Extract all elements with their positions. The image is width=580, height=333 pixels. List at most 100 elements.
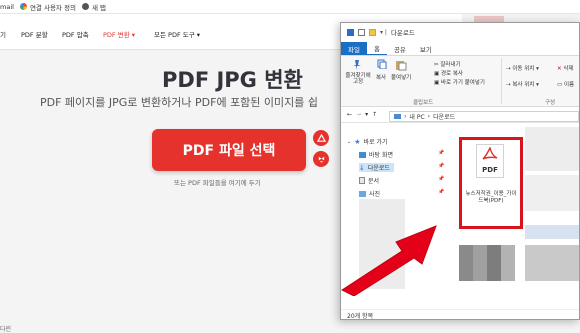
pdf-file-item[interactable]: PDF 뉴스저작권_이용_가이드북(PDF)	[459, 137, 523, 229]
dropbox-button[interactable]	[313, 151, 329, 167]
document-icon	[359, 177, 365, 184]
up-icon[interactable]: ↑	[372, 111, 377, 118]
nav-item-split[interactable]: PDF 분할	[21, 29, 48, 39]
explorer-status-bar: 20개 항목	[341, 309, 579, 320]
nav-item-all-tools[interactable]: 모든 PDF 도구 ▾	[154, 29, 200, 39]
nav-desktop[interactable]: 바탕 화면	[359, 150, 393, 159]
google-drive-icon	[316, 133, 326, 142]
nav-item-convert[interactable]: PDF 변환 ▾	[103, 29, 135, 39]
delete-button[interactable]: ✕ 삭제	[557, 64, 573, 72]
file-thumbnail[interactable]	[525, 175, 579, 211]
bookmarks-bar: mail 연결 사용자 정의 새 탭	[0, 0, 580, 14]
nav-label: 바탕 화면	[369, 152, 393, 159]
checkbox-icon[interactable]	[358, 28, 365, 36]
file-thumbnail[interactable]	[459, 245, 515, 281]
star-icon: ★	[354, 137, 361, 146]
path-separator: ›	[404, 113, 407, 120]
tab-share[interactable]: 공유	[387, 42, 413, 55]
nav-downloads[interactable]: ↓ 다운로드	[359, 163, 394, 172]
nav-documents[interactable]: 문서	[359, 176, 379, 185]
thumb-part	[459, 245, 473, 281]
explorer-tabs: 파일 홈 공유 보기	[341, 41, 579, 55]
folder-icon	[369, 28, 376, 36]
copy-path-button[interactable]: ▣ 경로 복사	[434, 69, 463, 77]
pin-to-quick-access[interactable]: 즐겨찾기에 고정	[344, 73, 372, 85]
file-thumbnail[interactable]	[525, 127, 579, 171]
move-to-button[interactable]: ⇢ 이동 위치 ▾	[506, 64, 539, 72]
bookmark-label: mail	[0, 2, 14, 11]
drop-hint: 또는 PDF 파일들을 여기에 두기	[174, 179, 261, 187]
copy-to-label: 복사 위치 ▾	[512, 82, 539, 88]
pin-icon: 📌	[438, 163, 445, 169]
pdf-icon-label: PDF	[482, 166, 498, 174]
nav-item-compress[interactable]: PDF 압축	[62, 29, 89, 39]
dropdown-icon[interactable]: ▾ |	[380, 29, 387, 36]
file-thumbnail[interactable]	[525, 245, 579, 281]
clipboard-group-label: 클립보드	[413, 100, 434, 106]
breadcrumb-this-pc[interactable]: 내 PC	[409, 112, 424, 121]
delete-label: 삭제	[563, 66, 574, 72]
pin-icon: 📌	[438, 189, 445, 195]
picture-icon	[359, 190, 366, 197]
breadcrumb-downloads[interactable]: 다운로드	[433, 112, 455, 121]
forward-icon[interactable]: →	[356, 111, 361, 118]
nav-label: 사진	[369, 191, 381, 198]
tab-file[interactable]: 파일	[341, 42, 367, 55]
copy-button[interactable]: 복사	[376, 73, 386, 81]
explorer-title-bar: ▾ | 다운로드	[341, 23, 579, 41]
page-title: PDF JPG 변환	[162, 68, 303, 92]
rename-label: 이름	[563, 82, 575, 88]
bookmark-mail[interactable]: mail	[0, 3, 14, 11]
path-separator: ›	[427, 113, 431, 120]
nav-item-merge[interactable]: 기	[0, 29, 6, 39]
download-arrow-icon	[347, 28, 354, 36]
desktop-icon	[359, 151, 366, 158]
file-thumbnail[interactable]	[525, 225, 579, 239]
thumb-part	[487, 245, 501, 281]
bookmark-label: 새 탭	[91, 3, 106, 12]
select-pdf-button[interactable]: PDF 파일 선택	[152, 129, 306, 171]
nav-pictures[interactable]: 사진	[359, 189, 380, 198]
expand-icon[interactable]: ⌄	[347, 139, 351, 145]
explorer-title: 다운로드	[390, 29, 415, 37]
rename-button[interactable]: ▭ 이름	[557, 80, 574, 88]
cut-button[interactable]: ✂ 잘라내기	[434, 60, 461, 68]
pc-icon	[394, 114, 401, 119]
google-drive-button[interactable]	[313, 130, 329, 146]
tab-view[interactable]: 보기	[413, 42, 439, 55]
pin-icon: 📌	[438, 150, 445, 156]
browser-status: 다린	[0, 326, 12, 333]
page-subtitle: PDF 페이지를 JPG로 변환하거나 PDF에 포함된 이미지를 쉽	[40, 96, 319, 109]
pdf-file-name: 뉴스저작권_이용_가이드북(PDF)	[465, 191, 517, 204]
nav-label: 문서	[368, 178, 380, 185]
pdf-file-icon: PDF	[476, 144, 504, 178]
pin-icon: 📌	[438, 176, 445, 182]
address-path[interactable]: › 내 PC › 다운로드	[389, 111, 579, 122]
copy-path-label: 경로 복사	[440, 71, 463, 77]
bookmark-customize[interactable]: 연결 사용자 정의	[19, 2, 76, 12]
delete-icon: ✕	[557, 66, 562, 72]
copy-icon	[377, 59, 387, 69]
thumb-part	[501, 245, 515, 281]
paste-button[interactable]: 붙여넣기	[391, 73, 411, 81]
nav-quick-access[interactable]: ⌄ ★ 바로 가기	[347, 137, 388, 147]
bookmark-new-tab[interactable]: 새 탭	[81, 2, 106, 12]
tab-home[interactable]: 홈	[366, 42, 387, 55]
paste-shortcut-label: 바로 가기 붙여넣기	[440, 80, 485, 86]
recent-dropdown-icon[interactable]: ▾	[365, 111, 368, 118]
thumb-part	[473, 245, 487, 281]
item-count: 20개 항목	[347, 313, 374, 320]
ribbon: 즐겨찾기에 고정 복사 붙여넣기 ✂ 잘라내기 ▣ 경로 복사 ▣ 바로 가기 …	[341, 55, 579, 107]
move-to-label: 이동 위치 ▾	[512, 66, 539, 72]
annotation-arrow	[340, 225, 437, 296]
organize-group-label: 구성	[545, 100, 556, 106]
back-icon[interactable]: ←	[347, 111, 352, 118]
paste-icon	[396, 61, 407, 71]
paste-shortcut-button[interactable]: ▣ 바로 가기 붙여넣기	[434, 78, 485, 86]
download-icon: ↓	[359, 163, 365, 172]
globe-icon	[81, 3, 89, 10]
copy-to-button[interactable]: ⇢ 복사 위치 ▾	[506, 80, 539, 88]
cut-label: 잘라내기	[440, 62, 461, 68]
nav-label: 바로 가기	[363, 139, 388, 146]
acrobat-icon	[482, 147, 498, 160]
